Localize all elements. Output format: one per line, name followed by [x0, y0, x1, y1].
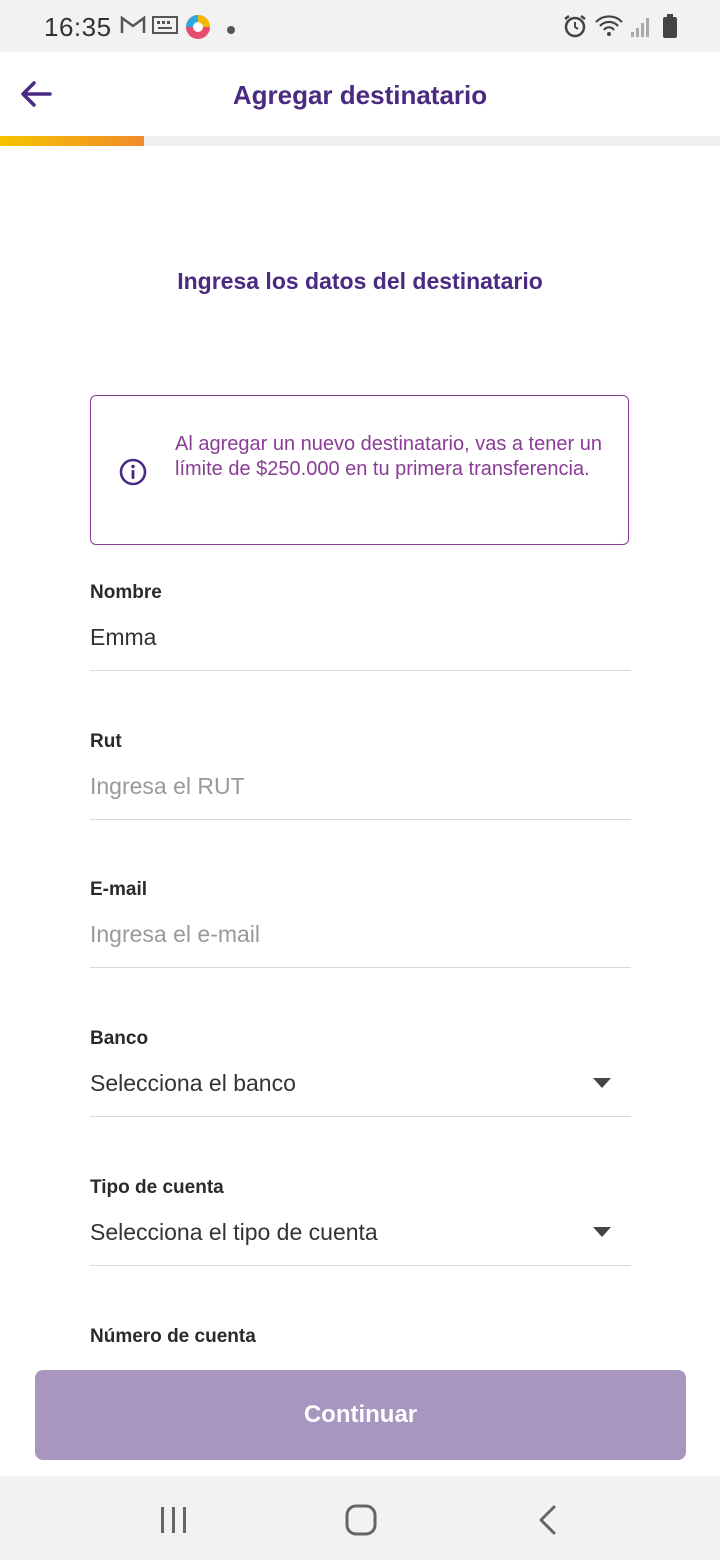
progress-fill	[0, 136, 144, 146]
nombre-field: Nombre	[90, 582, 631, 654]
status-bar: 16:35	[0, 0, 720, 52]
home-button[interactable]	[340, 1502, 380, 1538]
numero-cuenta-field: Número de cuenta	[90, 1326, 631, 1348]
rut-field: Rut	[90, 731, 631, 803]
email-underline	[90, 967, 631, 968]
nombre-label: Nombre	[90, 582, 162, 603]
nombre-underline	[90, 670, 631, 671]
app-icon	[184, 13, 212, 46]
system-nav-bar	[0, 1476, 720, 1560]
recents-icon	[161, 1507, 186, 1533]
email-field: E-mail	[90, 879, 631, 951]
recents-button[interactable]	[154, 1502, 194, 1538]
keyboard-icon	[152, 14, 178, 41]
rut-label: Rut	[90, 731, 122, 752]
alarm-icon	[562, 13, 588, 44]
tipo-cuenta-select-value: Selecciona el tipo de cuenta	[90, 1219, 378, 1245]
back-icon	[539, 1505, 556, 1535]
info-text: Al agregar un nuevo destinatario, vas a …	[175, 433, 602, 480]
banco-label: Banco	[90, 1028, 149, 1049]
wifi-icon	[594, 14, 624, 43]
info-notice: Al agregar un nuevo destinatario, vas a …	[90, 395, 629, 545]
banco-underline	[90, 1116, 631, 1117]
email-label: E-mail	[90, 879, 148, 900]
dot-icon	[226, 22, 236, 40]
rut-underline	[90, 819, 631, 820]
banco-select-value: Selecciona el banco	[90, 1070, 296, 1096]
signal-icon	[630, 16, 650, 43]
tipo-cuenta-select[interactable]: Selecciona el tipo de cuenta	[90, 1215, 631, 1249]
nombre-input[interactable]	[90, 620, 631, 654]
banco-select[interactable]: Selecciona el banco	[90, 1066, 631, 1100]
rut-input[interactable]	[90, 769, 631, 803]
tipo-cuenta-field: Tipo de cuenta Selecciona el tipo de cue…	[90, 1177, 631, 1249]
system-back-button[interactable]	[528, 1502, 568, 1538]
battery-icon	[662, 13, 678, 44]
chevron-down-icon	[593, 1078, 611, 1088]
continue-button[interactable]: Continuar	[35, 1370, 686, 1460]
section-title: Ingresa los datos del destinatario	[177, 268, 543, 294]
chevron-down-icon	[593, 1227, 611, 1237]
progress-bar	[0, 136, 720, 146]
gmail-icon	[120, 14, 146, 41]
status-time: 16:35	[44, 12, 112, 42]
numero-cuenta-label: Número de cuenta	[90, 1326, 256, 1347]
app-bar: Agregar destinatario	[0, 52, 720, 136]
info-icon	[119, 458, 147, 486]
home-icon	[345, 1504, 377, 1536]
banco-field: Banco Selecciona el banco	[90, 1028, 631, 1100]
tipo-cuenta-label: Tipo de cuenta	[90, 1177, 224, 1198]
tipo-cuenta-underline	[90, 1265, 631, 1266]
email-input[interactable]	[90, 917, 631, 951]
page-title: Agregar destinatario	[232, 80, 488, 110]
